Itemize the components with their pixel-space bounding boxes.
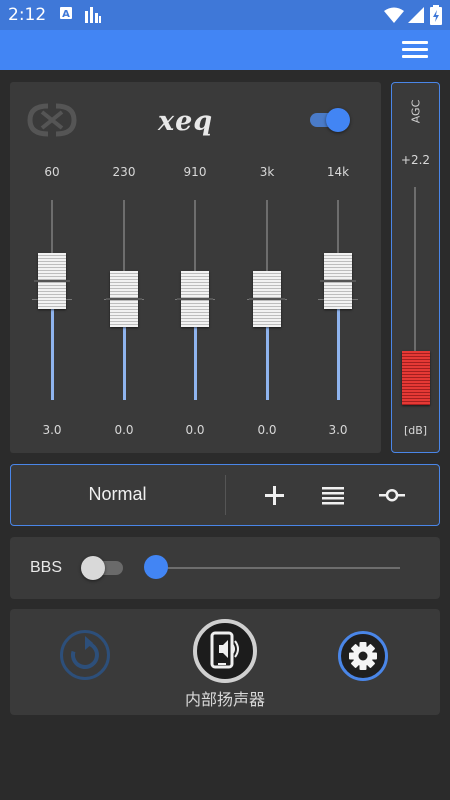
- eq-band: 3k 0.0: [245, 82, 289, 453]
- band-frequency-label: 910: [183, 165, 207, 179]
- settings-button[interactable]: [338, 631, 388, 681]
- preset-name-button[interactable]: Normal: [11, 484, 224, 505]
- output-device-button[interactable]: [193, 619, 257, 683]
- cell-signal-icon: [408, 7, 424, 23]
- list-icon[interactable]: [318, 480, 348, 510]
- agc-slider-knob[interactable]: [402, 351, 430, 405]
- bbs-bar: BBS: [10, 537, 440, 599]
- reset-button[interactable]: [60, 630, 110, 680]
- eq-band: 230 0.0: [102, 82, 146, 453]
- phone-speaker-icon: [210, 631, 239, 669]
- agc-unit: [dB]: [403, 424, 428, 437]
- bbs-toggle[interactable]: [81, 556, 125, 580]
- band-frequency-label: 60: [44, 165, 60, 179]
- band-gain-label: 0.0: [114, 423, 134, 437]
- band-gain-label: 0.0: [257, 423, 277, 437]
- bbs-level-slider[interactable]: [144, 555, 404, 581]
- band-gain-label: 3.0: [328, 423, 348, 437]
- band-gain-label: 3.0: [42, 423, 62, 437]
- band-slider-knob[interactable]: [177, 271, 213, 327]
- divider: [225, 475, 226, 515]
- bottom-bar: 内部扬声器: [10, 609, 440, 715]
- reset-icon: [71, 636, 99, 669]
- band-frequency-label: 14k: [326, 165, 350, 179]
- band-frequency-label: 3k: [259, 165, 275, 179]
- band-frequency-label: 230: [112, 165, 136, 179]
- preset-bar: Normal: [10, 464, 440, 526]
- wifi-icon: [384, 7, 404, 23]
- status-time: 2:12: [8, 5, 47, 25]
- status-bar: 2:12 A: [0, 0, 450, 30]
- app-bar: [0, 30, 450, 70]
- band-slider-knob[interactable]: [106, 271, 142, 327]
- agc-value: +2.2: [400, 153, 431, 167]
- band-gain-label: 0.0: [185, 423, 205, 437]
- node-icon[interactable]: [377, 480, 407, 510]
- eq-band: 14k 3.0: [316, 82, 360, 453]
- agc-panel: AGC +2.2 [dB]: [391, 82, 440, 453]
- band-slider-knob[interactable]: [249, 271, 285, 327]
- eq-band: 60 3.0: [30, 82, 74, 453]
- notification-a-icon: A: [60, 7, 72, 19]
- plus-icon[interactable]: [259, 480, 289, 510]
- signal-bars-icon: [85, 7, 101, 23]
- band-slider-knob[interactable]: [320, 253, 356, 309]
- agc-label: AGC: [408, 99, 422, 124]
- equalizer-panel: xeq 60 3.0 230 0.0 910 0.0 3k 0.0 14k 3.0: [10, 82, 381, 453]
- svg-text:A: A: [62, 9, 70, 19]
- band-slider-knob[interactable]: [34, 253, 70, 309]
- battery-charging-icon: [430, 5, 442, 25]
- output-device-label: 内部扬声器: [184, 690, 265, 709]
- eq-band: 910 0.0: [173, 82, 217, 453]
- gear-icon: [349, 642, 377, 670]
- bbs-slider-thumb[interactable]: [144, 555, 168, 579]
- bbs-label: BBS: [30, 559, 63, 576]
- hamburger-menu-icon[interactable]: [402, 41, 428, 59]
